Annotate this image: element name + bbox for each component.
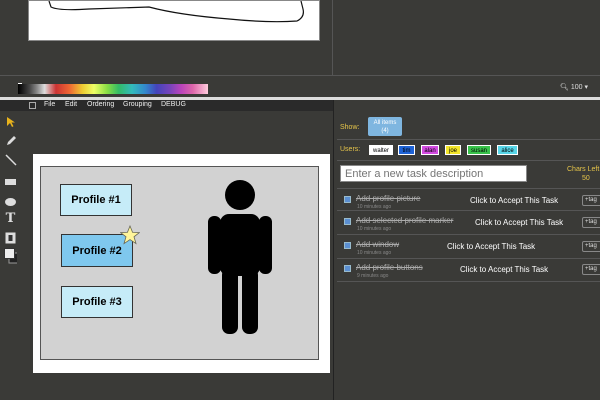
star-marker-icon [120, 225, 140, 245]
color-swatch-icon[interactable] [4, 247, 17, 263]
user-chip-alan[interactable]: alan [421, 145, 439, 155]
task-item: Add profile picture 10 minutes ago Click… [344, 194, 600, 216]
menu-file[interactable]: File [44, 101, 55, 108]
top-canvas [28, 0, 320, 41]
menu-debug[interactable]: DEBUG [161, 101, 186, 108]
task-title: Add profile buttons [356, 263, 423, 272]
user-chip-walter[interactable]: walter [369, 145, 393, 155]
chevron-down-icon: ▾ [584, 84, 588, 91]
divider [337, 160, 600, 161]
person-silhouette [208, 180, 272, 334]
profile-button-1[interactable]: Profile #1 [60, 184, 132, 216]
user-chip-joe[interactable]: joe [445, 145, 461, 155]
image-tool-icon[interactable] [4, 231, 17, 244]
task-time: 10 minutes ago [357, 226, 392, 232]
show-button-count: (4) [381, 128, 389, 134]
new-task-input[interactable] [340, 165, 527, 182]
task-checkbox[interactable] [344, 242, 351, 249]
task-checkbox[interactable] [344, 265, 351, 272]
app-logo-icon [29, 102, 36, 109]
divider [337, 188, 600, 189]
top-pane: 🔍︎ 100 ▾ [0, 0, 600, 97]
zoom-value: 100 [570, 84, 583, 91]
zoom-icon: 🔍︎ [560, 84, 569, 91]
toolbar: T [0, 111, 20, 400]
task-checkbox[interactable] [344, 218, 351, 225]
show-label: Show: [340, 124, 360, 131]
task-title: Add profile picture [356, 194, 421, 203]
show-all-items-button[interactable]: All items (4) [368, 117, 402, 136]
menubar: File Edit Ordering Grouping DEBUG [0, 100, 333, 111]
add-tag-button[interactable]: +tag [582, 264, 600, 275]
pane-divider [0, 75, 600, 76]
add-tag-button[interactable]: +tag [582, 217, 600, 228]
add-tag-button[interactable]: +tag [582, 195, 600, 206]
user-chip-tim[interactable]: tim [398, 145, 415, 155]
zoom-control[interactable]: 🔍︎ 100 ▾ [560, 83, 588, 91]
select-arrow-icon[interactable] [4, 115, 17, 128]
accept-task-button[interactable]: Click to Accept This Task [475, 218, 563, 227]
divider [337, 281, 600, 282]
line-tool-icon[interactable] [4, 153, 17, 166]
add-tag-button[interactable]: +tag [582, 241, 600, 252]
show-button-line1: All items [373, 120, 397, 126]
task-checkbox[interactable] [344, 196, 351, 203]
chars-left-value: 50 [582, 175, 590, 182]
task-time: 9 minutes ago [357, 273, 389, 279]
rectangle-tool-icon[interactable] [4, 175, 17, 188]
accept-task-button[interactable]: Click to Accept This Task [470, 196, 558, 205]
text-tool-icon[interactable]: T [4, 211, 17, 226]
task-title: Add selected profile marker [356, 216, 454, 225]
profile-button-3[interactable]: Profile #3 [61, 286, 133, 318]
color-palette[interactable] [18, 84, 208, 94]
freehand-shape [48, 0, 304, 23]
users-label: Users: [340, 146, 361, 153]
divider [337, 234, 600, 235]
user-chip-alice[interactable]: alice [497, 145, 518, 155]
menu-ordering[interactable]: Ordering [87, 101, 114, 108]
task-title: Add window [356, 240, 400, 249]
ellipse-tool-icon[interactable] [4, 195, 17, 208]
accept-task-button[interactable]: Click to Accept This Task [460, 265, 548, 274]
user-chip-susan[interactable]: susan [467, 145, 491, 155]
pencil-icon[interactable] [4, 134, 17, 147]
divider [337, 139, 600, 140]
task-time: 10 minutes ago [357, 250, 392, 256]
chars-left-label: Chars Left [567, 166, 600, 173]
menu-grouping[interactable]: Grouping [123, 101, 152, 108]
pane-divider [332, 0, 333, 75]
accept-task-button[interactable]: Click to Accept This Task [447, 242, 535, 251]
divider [337, 258, 600, 259]
menu-edit[interactable]: Edit [65, 101, 77, 108]
divider [337, 210, 600, 211]
